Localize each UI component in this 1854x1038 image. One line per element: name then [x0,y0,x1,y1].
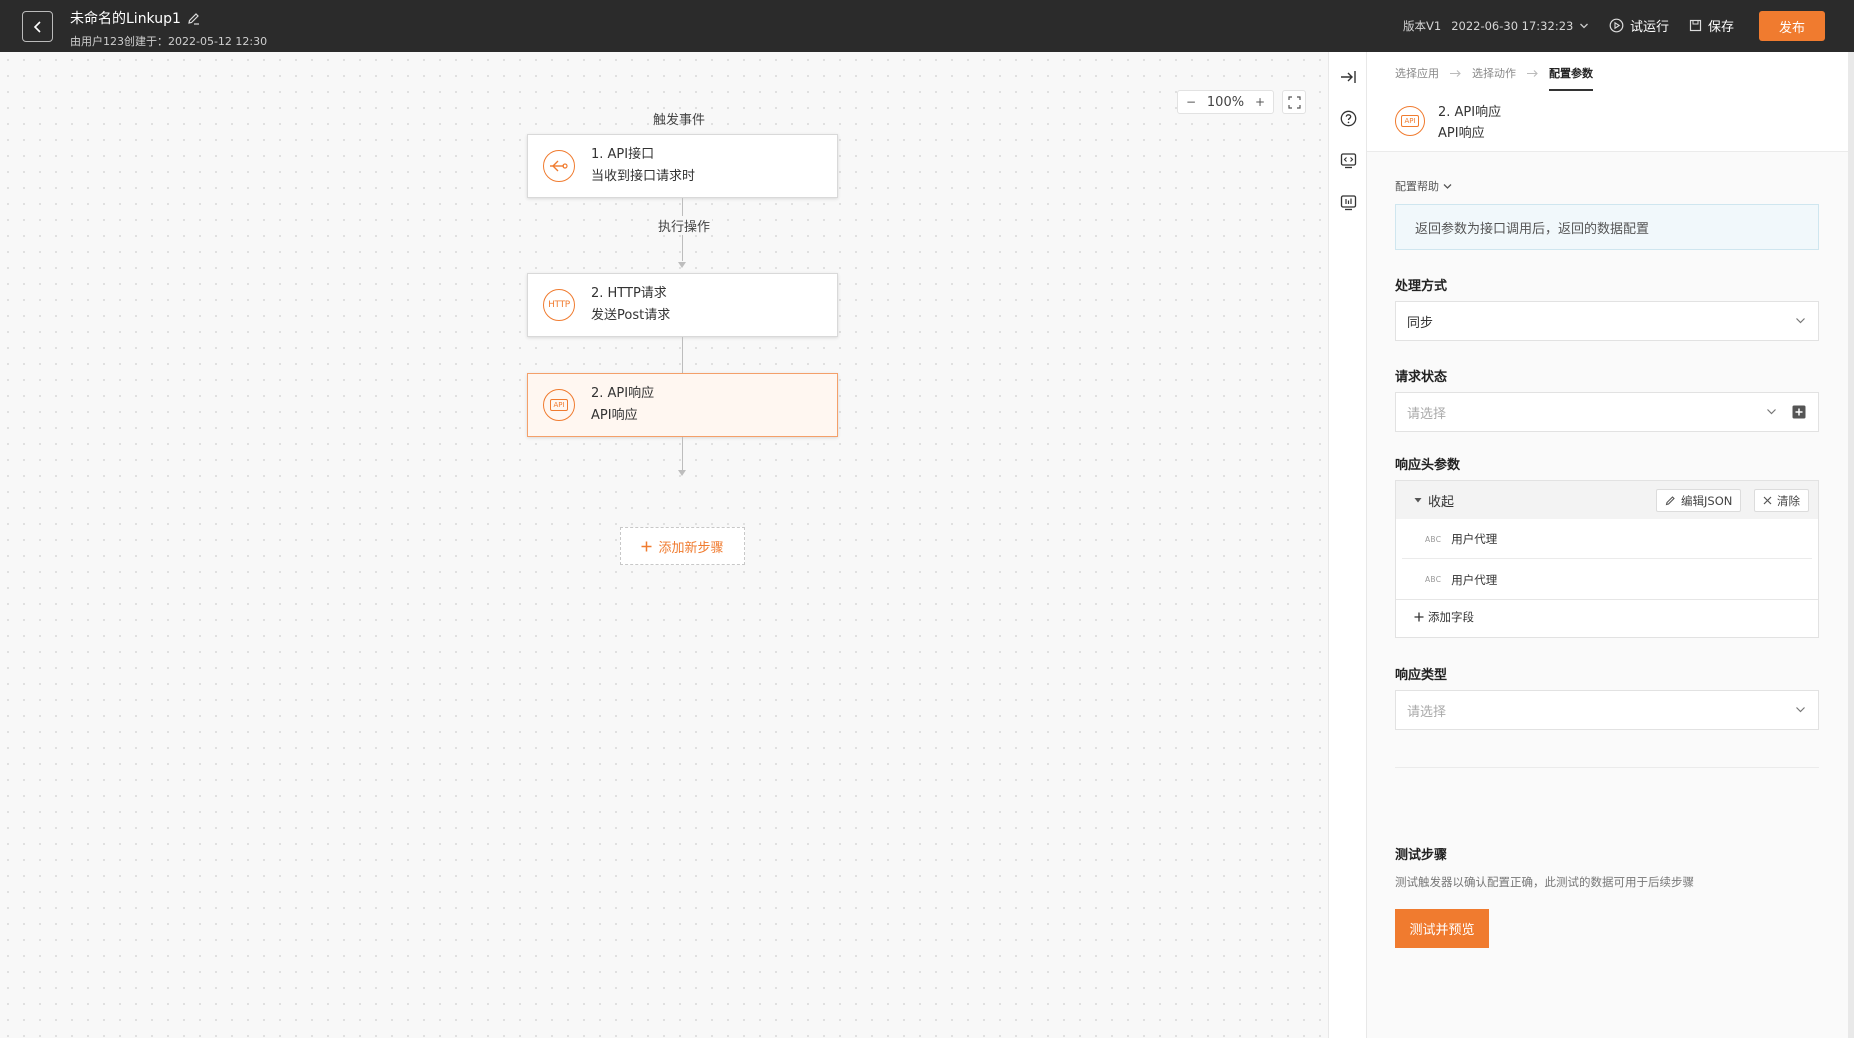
chevron-down-icon [1580,23,1589,29]
connector-arrow [678,470,686,476]
http-icon: HTTP [543,289,575,321]
response-type-label: 响应类型 [1395,668,1448,683]
api-trigger-icon [543,150,575,182]
version-selector[interactable]: 版本V1 2022-06-30 17:32:23 [1403,18,1589,34]
mode-label: 处理方式 [1395,279,1448,294]
status-select[interactable]: 请选择 [1395,392,1819,432]
header-field-name: 用户代理 [1451,532,1498,546]
version-label: 版本V1 [1403,19,1442,33]
test-step-title: 测试步骤 [1395,848,1448,863]
arrow-right-icon [1450,69,1461,77]
header-field-row[interactable]: ABC 用户代理 [1402,520,1812,559]
chevron-down-icon [1443,183,1452,189]
code-view-button[interactable] [1339,151,1358,170]
response-headers-editor: 收起 编辑JSON 清除 ABC 用户代理 ABC 用户代理 添加字段 [1395,480,1819,638]
caret-down-icon [1414,498,1422,503]
edit-title-icon[interactable] [187,12,200,25]
text-type-icon: ABC [1425,575,1442,584]
divider [1396,599,1818,600]
step-select-app[interactable]: 选择应用 [1395,65,1439,81]
api-response-icon: API [543,389,575,421]
clear-button[interactable]: 清除 [1754,489,1809,512]
arrow-right-icon [1527,69,1538,77]
page-title: 未命名的Linkup1 [70,11,181,27]
api-response-icon: API [1395,106,1425,136]
section-divider [1395,767,1819,768]
header-field-row[interactable]: ABC 用户代理 [1402,560,1812,599]
config-steps: 选择应用 选择动作 配置参数 [1395,65,1593,91]
save-icon [1689,19,1702,32]
version-time: 2022-06-30 17:32:23 [1451,19,1574,33]
panel-header: 选择应用 选择动作 配置参数 API 2. API响应 API响应 [1367,52,1848,152]
side-toolbar [1328,52,1367,1038]
created-info: 由用户123创建于：2022-05-12 12:30 [70,35,268,48]
test-run-button[interactable]: 试运行 [1609,16,1669,35]
headers-label: 响应头参数 [1395,458,1461,473]
node-desc: API响应 [591,408,638,423]
panel-node-desc: API响应 [1438,126,1485,141]
status-label: 请求状态 [1395,370,1448,385]
test-step-desc: 测试触发器以确认配置正确，此测试的数据可用于后续步骤 [1395,875,1694,889]
text-type-icon: ABC [1425,534,1442,544]
add-step-button[interactable]: 添加新步骤 [620,527,745,565]
config-panel: 选择应用 选择动作 配置参数 API 2. API响应 API响应 配置帮助 返… [1367,52,1848,1038]
chevron-down-icon [1767,409,1776,415]
test-preview-button[interactable]: 测试并预览 [1395,909,1489,948]
chevron-left-icon [33,20,41,33]
node-title: 1. API接口 [591,147,655,162]
action-label: 执行操作 [656,216,713,235]
scrollbar-track[interactable] [1848,52,1854,1038]
node-title: 2. HTTP请求 [591,286,667,301]
flow-node-api-trigger[interactable]: 1. API接口 当收到接口请求时 [527,134,838,198]
mode-select[interactable]: 同步 [1395,301,1819,341]
trigger-label: 触发事件 [653,113,706,128]
chevron-down-icon [1796,318,1805,324]
add-box-icon[interactable] [1792,405,1806,419]
zoom-control: − 100% + [1177,90,1274,114]
plus-icon [1414,612,1424,622]
edit-json-button[interactable]: 编辑JSON [1656,489,1742,512]
save-button[interactable]: 保存 [1689,16,1734,35]
chevron-down-icon [1796,707,1805,713]
code-icon [1340,153,1357,169]
step-select-action[interactable]: 选择动作 [1472,65,1516,81]
node-title: 2. API响应 [591,386,655,401]
help-toggle[interactable]: 配置帮助 [1395,178,1452,194]
close-icon [1763,496,1772,505]
edit-icon [1665,496,1675,506]
monitor-icon [1340,195,1357,211]
add-field-button[interactable]: 添加字段 [1414,609,1474,625]
zoom-out-button[interactable]: − [1184,95,1198,109]
help-text: 返回参数为接口调用后，返回的数据配置 [1395,204,1819,250]
zoom-level: 100% [1206,94,1245,110]
node-desc: 当收到接口请求时 [591,169,696,184]
play-circle-icon [1609,18,1624,33]
help-icon [1340,110,1357,127]
response-type-select[interactable]: 请选择 [1395,690,1819,730]
panel-node-title: 2. API响应 [1438,105,1502,120]
connector-arrow [678,262,686,268]
publish-button[interactable]: 发布 [1759,11,1825,41]
flow-node-api-response[interactable]: API 2. API响应 API响应 [527,373,838,437]
back-button[interactable] [22,11,53,42]
connector-line [682,437,683,472]
flow-canvas[interactable]: − 100% + 触发事件 1. API接口 当收到接口请求时 执行操作 HTT… [0,52,1328,1038]
connector-line [682,337,683,373]
help-button[interactable] [1339,109,1358,128]
top-bar: 未命名的Linkup1 由用户123创建于：2022-05-12 12:30 版… [0,0,1854,52]
flow-node-http-request[interactable]: HTTP 2. HTTP请求 发送Post请求 [527,273,838,337]
zoom-in-button[interactable]: + [1253,95,1267,109]
fullscreen-button[interactable] [1282,90,1306,114]
fullscreen-icon [1287,95,1301,109]
plus-icon [641,541,652,551]
header-field-name: 用户代理 [1451,572,1498,587]
node-desc: 发送Post请求 [591,308,671,323]
collapse-panel-button[interactable] [1339,67,1358,86]
title-area: 未命名的Linkup1 由用户123创建于：2022-05-12 12:30 [70,8,267,49]
log-view-button[interactable] [1339,193,1358,212]
step-config-params[interactable]: 配置参数 [1549,65,1593,91]
collapse-right-icon [1341,70,1356,83]
collapse-toggle[interactable]: 收起 [1414,491,1454,510]
